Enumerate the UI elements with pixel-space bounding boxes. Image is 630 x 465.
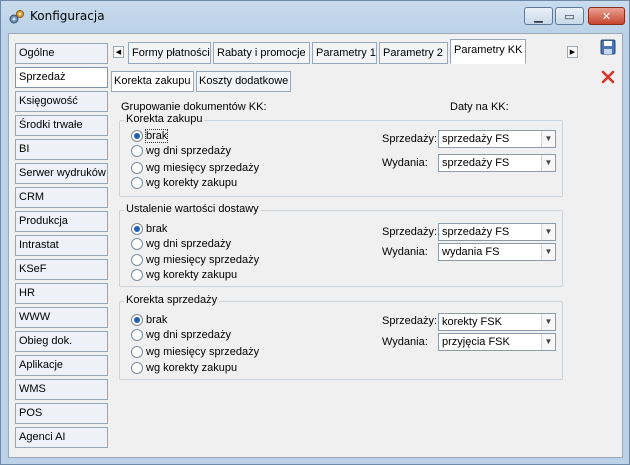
group-ustalenie-wartosci-dostawy: Ustalenie wartości dostawy brak wg dni s… [119,203,563,287]
nav-item-ksef[interactable]: KSeF [15,259,108,280]
radio-korekta-sprzedazy-brak[interactable]: brak [131,314,167,326]
tab-parametry-1[interactable]: Parametry 1 [312,42,377,64]
sales-date-select[interactable]: korekty FSK ▼ [438,313,556,331]
group-korekta-sprzedazy: Korekta sprzedaży brak wg dni sprzedaży … [119,294,563,380]
nav-item-sprzedaz[interactable]: Sprzedaż [15,67,108,88]
radio-dostawa-wg-dni[interactable]: wg dni sprzedaży [131,238,231,250]
nav-item-www[interactable]: WWW [15,307,108,328]
nav-item-wms[interactable]: WMS [15,379,108,400]
issue-label: Wydania: [382,336,428,348]
nav-item-crm[interactable]: CRM [15,187,108,208]
dates-label: Daty na KK: [450,101,509,113]
nav-item-srodki-trwale[interactable]: Środki trwałe [15,115,108,136]
radio-korekta-sprzedazy-wg-miesiecy[interactable]: wg miesięcy sprzedaży [131,346,259,358]
sales-label: Sprzedaży: [382,133,438,145]
minimize-icon: ▁ [534,9,543,23]
issue-label: Wydania: [382,246,428,258]
scroll-right-icon: ▶ [569,48,576,56]
nav-item-serwer-wydrukow[interactable]: Serwer wydruków [15,163,108,184]
radio-korekta-zakupu-wg-dni[interactable]: wg dni sprzedaży [131,145,231,157]
tab-parametry-2[interactable]: Parametry 2 [379,42,448,64]
nav-item-bi[interactable]: BI [15,139,108,160]
radio-dostawa-wg-miesiecy[interactable]: wg miesięcy sprzedaży [131,254,259,266]
group-title-korekta-sprzedazy: Korekta sprzedaży [124,294,220,306]
nav-item-ogolne[interactable]: Ogólne [15,43,108,64]
sales-date-select[interactable]: sprzedaży FS ▼ [438,130,556,148]
save-icon [600,39,616,55]
tab-rabaty-i-promocje[interactable]: Rabaty i promocje [213,42,310,64]
gears-icon [9,10,24,24]
nav-item-ksiegowosc[interactable]: Księgowość [15,91,108,112]
minimize-button[interactable]: ▁ [524,7,553,25]
group-title-korekta-zakupu: Korekta zakupu [124,113,205,125]
nav-item-obieg-dok[interactable]: Obieg dok. [15,331,108,352]
parameters-panel: Grupowanie dokumentów KK: Daty na KK: Ko… [111,94,577,455]
sales-label: Sprzedaży: [382,226,438,238]
chevron-down-icon: ▼ [541,224,555,240]
scroll-left-icon: ◀ [115,48,122,56]
sales-date-select[interactable]: sprzedaży FS ▼ [438,223,556,241]
close-button[interactable]: ✕ [588,7,625,25]
nav-item-agenci-ai[interactable]: Agenci AI [15,427,108,448]
issue-date-select[interactable]: przyjęcia FSK ▼ [438,333,556,351]
nav-item-pos[interactable]: POS [15,403,108,424]
title-bar: Konfiguracja ▁ ▭ ✕ [1,1,629,33]
nav-item-intrastat[interactable]: Intrastat [15,235,108,256]
tab-formy-platnosci[interactable]: Formy płatności [128,42,211,64]
subtab-koszty-dodatkowe[interactable]: Koszty dodatkowe [196,71,291,92]
chevron-down-icon: ▼ [541,155,555,171]
issue-date-select[interactable]: wydania FS ▼ [438,243,556,261]
cancel-button[interactable] [599,68,617,86]
chevron-down-icon: ▼ [541,314,555,330]
close-window-icon: ✕ [601,9,612,23]
window-content: Ogólne Sprzedaż Księgowość Środki trwałe… [8,33,623,458]
radio-korekta-sprzedazy-wg-dni[interactable]: wg dni sprzedaży [131,329,231,341]
radio-korekta-zakupu-wg-korekty[interactable]: wg korekty zakupu [131,177,237,189]
nav-item-hr[interactable]: HR [15,283,108,304]
issue-date-select[interactable]: sprzedaży FS ▼ [438,154,556,172]
tab-scroll-left-button[interactable]: ◀ [113,46,124,58]
radio-korekta-sprzedazy-wg-korekty[interactable]: wg korekty zakupu [131,362,237,374]
tab-parametry-kk[interactable]: Parametry KK [450,39,526,64]
tab-scroll-right-button[interactable]: ▶ [567,46,578,58]
chevron-down-icon: ▼ [541,244,555,260]
radio-korekta-zakupu-brak[interactable]: brak [131,129,169,143]
save-button[interactable] [599,38,617,56]
chevron-down-icon: ▼ [541,131,555,147]
subtab-korekta-zakupu[interactable]: Korekta zakupu [111,71,194,92]
maximize-icon: ▭ [564,9,575,23]
chevron-down-icon: ▼ [541,334,555,350]
window-title: Konfiguracja [30,9,105,23]
issue-label: Wydania: [382,157,428,169]
close-icon [601,70,615,84]
group-korekta-zakupu: Korekta zakupu brak wg dni sprzedaży wg … [119,113,563,197]
sales-label: Sprzedaży: [382,315,438,327]
nav-item-produkcja[interactable]: Produkcja [15,211,108,232]
nav-item-aplikacje[interactable]: Aplikacje [15,355,108,376]
radio-dostawa-brak[interactable]: brak [131,223,167,235]
radio-korekta-zakupu-wg-miesiecy[interactable]: wg miesięcy sprzedaży [131,162,259,174]
maximize-button[interactable]: ▭ [555,7,584,25]
configuration-window: Konfiguracja ▁ ▭ ✕ Ogólne Sprzedaż Księg… [0,0,630,465]
grouping-label: Grupowanie dokumentów KK: [121,101,267,113]
radio-dostawa-wg-korekty[interactable]: wg korekty zakupu [131,269,237,281]
group-title-ustalenie-wartosci-dostawy: Ustalenie wartości dostawy [124,203,261,215]
